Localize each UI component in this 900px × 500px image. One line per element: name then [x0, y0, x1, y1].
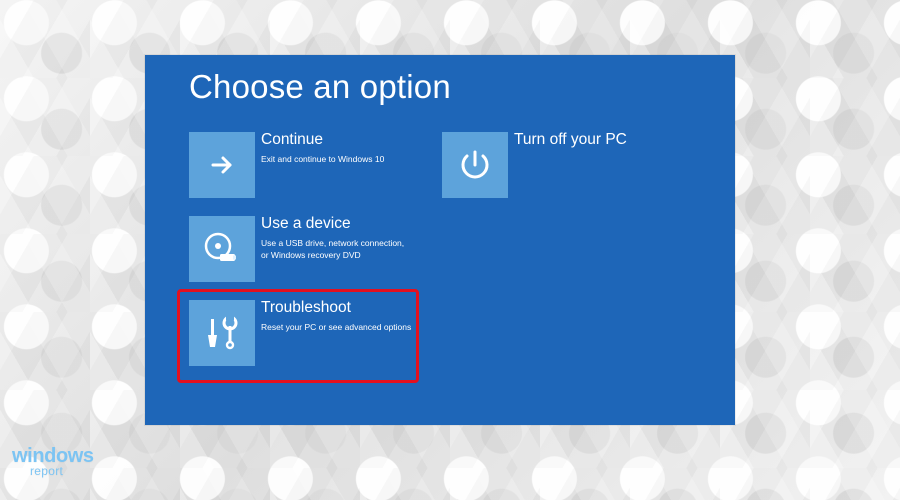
- watermark: windows report: [12, 446, 94, 477]
- turn-off-label: Turn off your PC: [514, 131, 627, 148]
- turn-off-option[interactable]: Turn off your PC: [442, 131, 627, 198]
- troubleshoot-label: Troubleshoot: [261, 299, 351, 316]
- troubleshoot-description: Reset your PC or see advanced options: [261, 322, 412, 332]
- troubleshoot-text: Troubleshoot Reset your PC or see advanc…: [261, 299, 421, 333]
- disc-usb-icon: [189, 216, 255, 282]
- tools-icon: [189, 300, 255, 366]
- use-device-text: Use a device Use a USB drive, network co…: [261, 215, 421, 261]
- use-device-description: Use a USB drive, network connection, or …: [261, 238, 405, 260]
- recovery-screen: Choose an option Continue Exit and conti…: [145, 55, 735, 425]
- watermark-top: windows: [12, 445, 94, 467]
- turn-off-text: Turn off your PC: [514, 131, 627, 149]
- continue-text: Continue Exit and continue to Windows 10: [261, 131, 421, 165]
- continue-label: Continue: [261, 131, 324, 148]
- use-device-label: Use a device: [261, 215, 351, 232]
- use-device-option[interactable]: Use a device Use a USB drive, network co…: [189, 215, 421, 282]
- arrow-right-icon: [189, 132, 255, 198]
- continue-option[interactable]: Continue Exit and continue to Windows 10: [189, 131, 421, 198]
- power-icon: [442, 132, 508, 198]
- continue-description: Exit and continue to Windows 10: [261, 154, 385, 164]
- page-title: Choose an option: [189, 68, 451, 105]
- troubleshoot-option[interactable]: Troubleshoot Reset your PC or see advanc…: [189, 299, 421, 366]
